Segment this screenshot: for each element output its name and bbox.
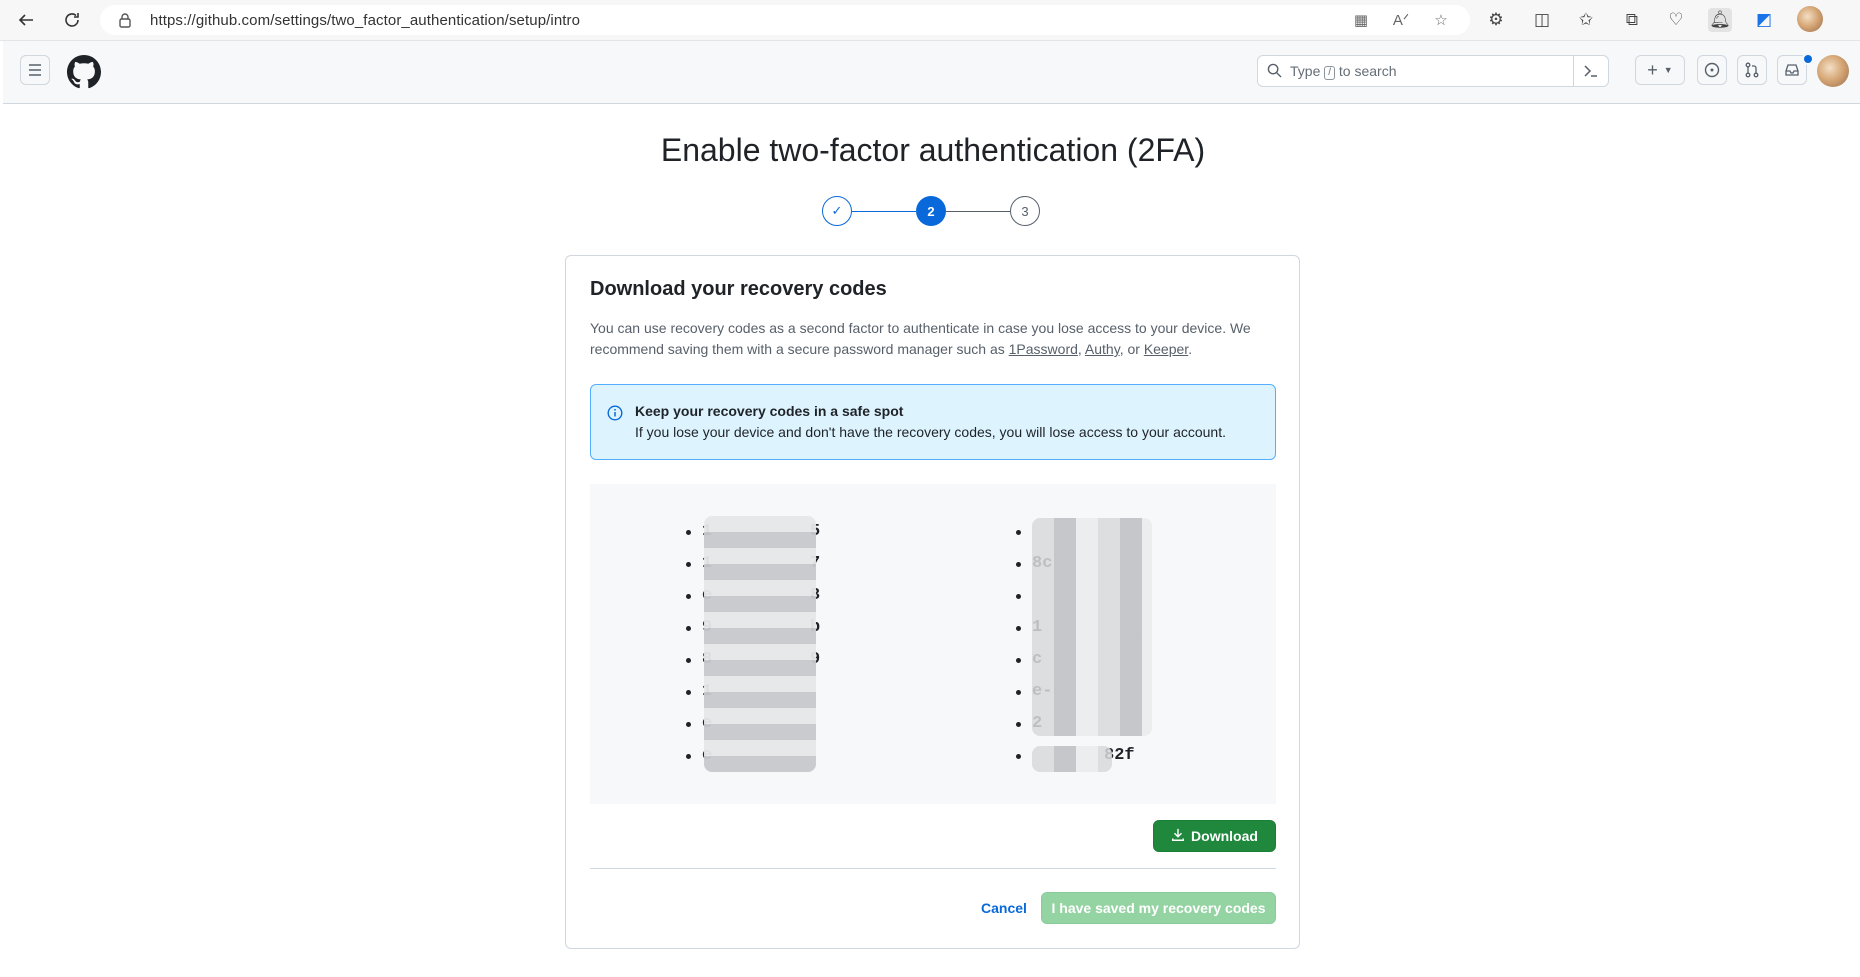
issues-icon[interactable] — [1697, 55, 1727, 85]
github-header: Type / to search + ▼ — [3, 41, 1860, 104]
link-keeper[interactable]: Keeper — [1144, 341, 1188, 357]
step-3-pending: 3 — [1010, 196, 1040, 226]
hamburger-menu-icon[interactable] — [20, 55, 50, 85]
address-bar[interactable]: https://github.com/settings/two_factor_a… — [100, 5, 1470, 35]
page-title: Enable two-factor authentication (2FA) — [660, 132, 1206, 168]
info-flash: Keep your recovery codes in a safe spot … — [590, 384, 1276, 460]
search-input[interactable]: Type / to search — [1257, 55, 1609, 87]
favorites-icon[interactable]: ✩ — [1574, 8, 1598, 32]
back-arrow-icon[interactable] — [14, 8, 38, 32]
reload-icon[interactable] — [60, 8, 84, 32]
card-description: You can use recovery codes as a second f… — [590, 320, 1251, 357]
redacted-codes-left — [704, 516, 816, 772]
progress-stepper: ✓ 2 3 — [822, 196, 1044, 228]
card-divider — [590, 868, 1276, 869]
favorite-star-icon[interactable]: ☆ — [1430, 9, 1452, 31]
link-authy[interactable]: Authy — [1085, 341, 1120, 357]
command-palette-icon[interactable] — [1573, 56, 1608, 86]
chevron-down-icon: ▼ — [1663, 65, 1673, 75]
lock-icon — [118, 12, 134, 28]
download-icon — [1171, 828, 1185, 845]
github-logo-icon[interactable] — [67, 55, 101, 89]
step-connector-2 — [946, 211, 1010, 212]
plus-icon: + — [1647, 59, 1658, 80]
browser-profile-avatar[interactable] — [1797, 6, 1823, 32]
collections-icon[interactable]: ⧉ — [1620, 8, 1644, 32]
download-button[interactable]: Download — [1153, 820, 1276, 852]
flash-title: Keep your recovery codes in a safe spot — [635, 403, 904, 419]
url-text: https://github.com/settings/two_factor_a… — [150, 12, 581, 29]
flash-body: If you lose your device and don't have t… — [635, 424, 1226, 440]
step-1-complete: ✓ — [822, 196, 852, 226]
step-2-current: 2 — [916, 196, 946, 226]
performance-icon[interactable]: ♡ — [1664, 8, 1688, 32]
app-available-icon[interactable]: ▦ — [1350, 9, 1372, 31]
notifications-browser-icon[interactable]: 🔔︎ — [1708, 8, 1732, 32]
notification-dot — [1802, 53, 1814, 65]
download-label: Download — [1191, 828, 1258, 844]
step-connector-1 — [852, 211, 916, 212]
split-screen-icon[interactable]: ◫ — [1530, 8, 1554, 32]
edge-copilot-icon[interactable]: ◩ — [1752, 8, 1776, 32]
link-1password[interactable]: 1Password — [1009, 341, 1078, 357]
browser-toolbar: https://github.com/settings/two_factor_a… — [0, 0, 1860, 41]
pull-requests-icon[interactable] — [1737, 55, 1767, 85]
checkmark-icon: ✓ — [831, 203, 843, 218]
create-new-button[interactable]: + ▼ — [1635, 55, 1685, 85]
read-aloud-icon[interactable]: Aᐟ — [1390, 9, 1412, 31]
saved-codes-button[interactable]: I have saved my recovery codes — [1041, 892, 1276, 924]
recovery-codes-card: Download your recovery codes You can use… — [565, 255, 1300, 949]
redacted-code-last — [1032, 746, 1112, 772]
cancel-button[interactable]: Cancel — [964, 888, 1044, 928]
search-icon — [1267, 63, 1282, 83]
info-icon — [607, 405, 623, 421]
user-avatar[interactable] — [1817, 55, 1849, 87]
extensions-icon[interactable]: ⚙ — [1484, 8, 1508, 32]
search-placeholder: Type / to search — [1290, 63, 1397, 80]
card-title: Download your recovery codes — [590, 278, 887, 300]
redacted-codes-right — [1032, 518, 1152, 736]
recovery-codes-box: 15 17 e8 9b 89 1 e e 8c 1 c e- 2 82f — [590, 484, 1276, 804]
